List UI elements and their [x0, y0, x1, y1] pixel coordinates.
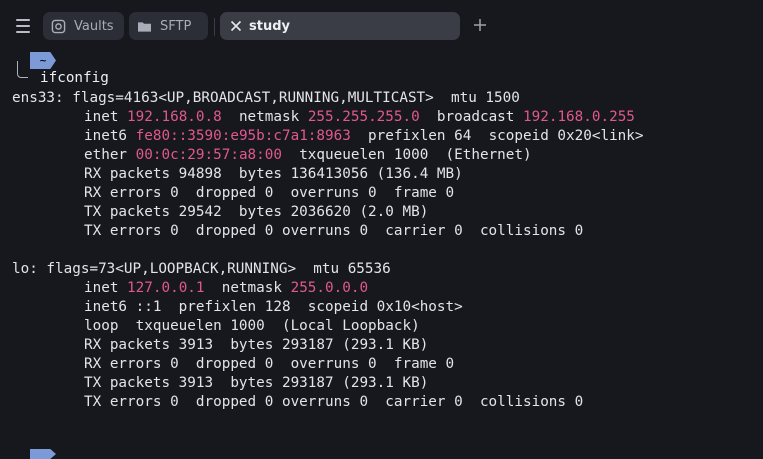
- tab-divider: [214, 18, 215, 36]
- ens33-inet6-line: inet6 fe80::3590:e95b:c7a1:8963 prefixle…: [84, 128, 644, 144]
- vault-icon: [51, 19, 66, 34]
- menu-icon[interactable]: [9, 13, 37, 39]
- label: inet: [84, 280, 128, 296]
- label: netmask: [204, 280, 291, 296]
- lo-tx-packets: TX packets 3913 bytes 293187 (293.1 KB): [84, 375, 429, 391]
- new-tab-plus-icon[interactable]: [470, 15, 490, 35]
- ens33-inet-line: inet 192.168.0.8 netmask 255.255.255.0 b…: [84, 109, 635, 125]
- ens33-tx-packets: TX packets 29542 bytes 2036620 (2.0 MB): [84, 204, 429, 220]
- top-bar: Vaults SFTP study: [0, 0, 763, 48]
- lo-rx-packets: RX packets 3913 bytes 293187 (293.1 KB): [84, 337, 429, 353]
- ens33-rx-errors: RX errors 0 dropped 0 overruns 0 frame 0: [84, 185, 455, 201]
- label: broadcast: [419, 109, 524, 125]
- netmask-address: 255.0.0.0: [290, 280, 369, 296]
- label: inet: [84, 109, 128, 125]
- next-prompt-badge: [30, 449, 56, 459]
- lo-loop-line: loop txqueuelen 1000 (Local Loopback): [84, 318, 420, 334]
- mac-address: 00:0c:29:57:a8:00: [135, 147, 282, 163]
- tab-label: SFTP: [160, 18, 192, 34]
- label: netmask: [221, 109, 308, 125]
- inet6-address: fe80::3590:e95b:c7a1:8963: [135, 128, 351, 144]
- broadcast-address: 192.168.0.255: [523, 109, 635, 125]
- lo-rx-errors: RX errors 0 dropped 0 overruns 0 frame 0: [84, 356, 455, 372]
- prompt-bracket: [17, 61, 28, 78]
- label: inet6: [84, 128, 136, 144]
- close-icon[interactable]: [230, 20, 242, 32]
- tab-vaults[interactable]: Vaults: [43, 12, 124, 40]
- lo-tx-errors: TX errors 0 dropped 0 overruns 0 carrier…: [84, 394, 584, 410]
- terminal-output[interactable]: ~ ifconfig ens33: flags=4163<UP,BROADCAS…: [0, 48, 763, 459]
- tab-sftp[interactable]: SFTP: [129, 12, 208, 40]
- folder-icon: [137, 20, 152, 33]
- lo-inet-line: inet 127.0.0.1 netmask 255.0.0.0: [84, 280, 368, 296]
- ens33-rx-packets: RX packets 94898 bytes 136413056 (136.4 …: [84, 166, 463, 182]
- ens33-ether-line: ether 00:0c:29:57:a8:00 txqueuelen 1000 …: [84, 147, 532, 163]
- lo-header: lo: flags=73<UP,LOOPBACK,RUNNING> mtu 65…: [12, 261, 391, 277]
- inet-address: 127.0.0.1: [127, 280, 205, 296]
- label: txqueuelen 1000 (Ethernet): [281, 147, 532, 163]
- ens33-tx-errors: TX errors 0 dropped 0 overruns 0 carrier…: [84, 223, 584, 239]
- tab-study[interactable]: study: [220, 12, 460, 40]
- command-text: ifconfig: [40, 70, 109, 86]
- inet-address: 192.168.0.8: [127, 109, 222, 125]
- netmask-address: 255.255.255.0: [307, 109, 420, 125]
- tab-label: Vaults: [74, 18, 114, 34]
- prompt-dir-badge: ~: [30, 52, 56, 69]
- label: ether: [84, 147, 136, 163]
- tab-label: study: [249, 18, 290, 34]
- lo-inet6-line: inet6 ::1 prefixlen 128 scopeid 0x10<hos…: [84, 299, 463, 315]
- label: prefixlen 64 scopeid 0x20<link>: [350, 128, 644, 144]
- ens33-header: ens33: flags=4163<UP,BROADCAST,RUNNING,M…: [12, 90, 520, 106]
